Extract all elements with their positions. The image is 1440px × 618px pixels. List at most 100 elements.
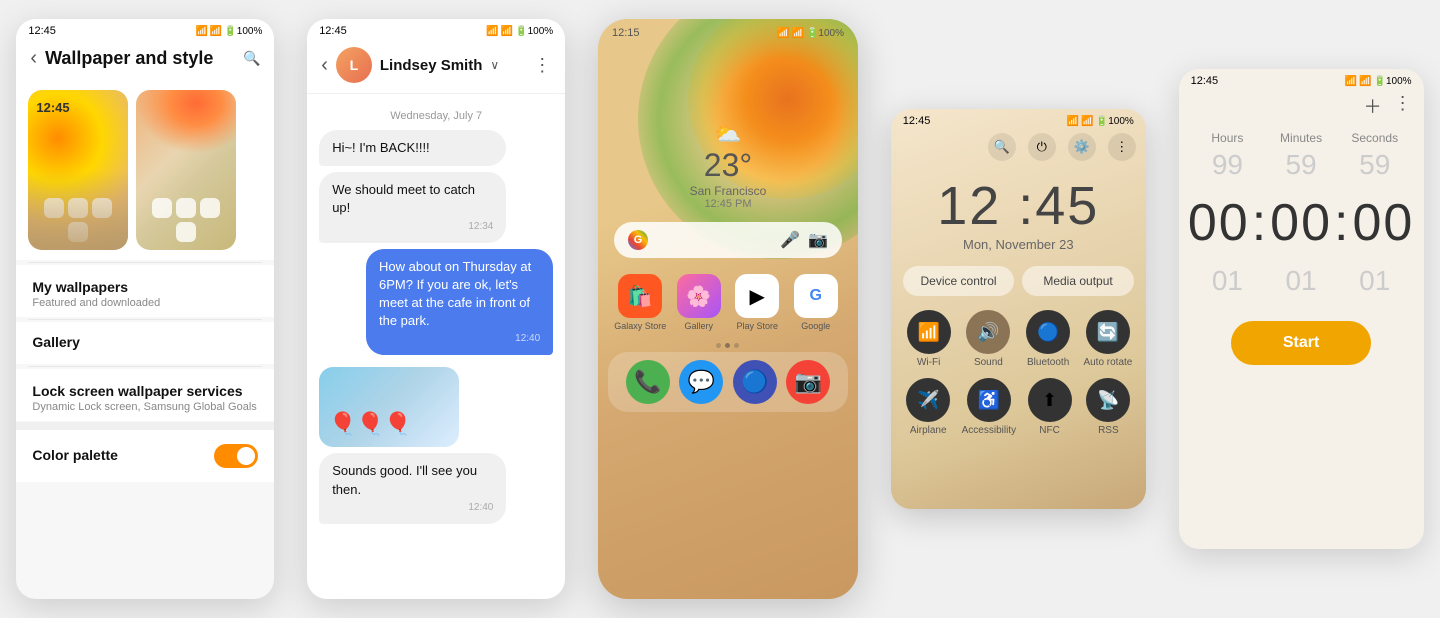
menu-item-my-wallpapers[interactable]: My wallpapers Featured and downloaded: [16, 265, 274, 317]
rss-btn[interactable]: 📡: [1086, 378, 1130, 422]
dock-phone[interactable]: 📞: [624, 360, 672, 404]
timer-colon-1: :: [1252, 193, 1268, 253]
app-icon-small: [68, 198, 88, 218]
dot-1: [716, 343, 721, 348]
more-options-icon[interactable]: [533, 55, 551, 76]
search-icon-qs[interactable]: 🔍: [988, 133, 1016, 161]
bottom-dock: 📞 💬 🔵 📷: [608, 352, 848, 412]
menu-item-lock[interactable]: Lock screen wallpaper services Dynamic L…: [16, 369, 274, 421]
contact-name: Lindsey Smith: [380, 57, 483, 74]
menu-title: My wallpapers: [32, 279, 258, 295]
menu-title-gallery: Gallery: [32, 334, 258, 350]
wifi-icon-2: 📶: [486, 26, 498, 37]
accessibility-btn[interactable]: ♿: [967, 378, 1011, 422]
quick-icon-accessibility[interactable]: ♿ Accessibility: [962, 378, 1016, 436]
add-timer-icon[interactable]: ＋: [1364, 93, 1382, 119]
dock-samsung[interactable]: 🔵: [731, 360, 779, 404]
power-icon-qs[interactable]: ⏻: [1028, 133, 1056, 161]
back-button-2[interactable]: [321, 54, 328, 77]
media-output-btn[interactable]: Media output: [1022, 266, 1134, 296]
signal-icon: 📶: [210, 26, 222, 37]
app-item-google[interactable]: G Google: [789, 274, 842, 331]
mic-icon[interactable]: 🎤: [780, 230, 800, 250]
status-bar-1: 12:45 📶 📶 🔋100%: [16, 19, 274, 39]
wifi-btn[interactable]: 📶: [907, 310, 951, 354]
signal-icon-5: 📶: [1359, 76, 1371, 87]
app-item-playstore[interactable]: ▶ Play Store: [731, 274, 784, 331]
wallpaper-thumb-2[interactable]: [136, 90, 236, 250]
battery-icon-5: 🔋100%: [1374, 76, 1412, 87]
more-icon-qs[interactable]: ⋮: [1108, 133, 1136, 161]
quick-icon-nfc[interactable]: ⬆ NFC: [1024, 378, 1075, 436]
lens-icon[interactable]: 📷: [808, 230, 828, 250]
gallery-icon: 🌸: [677, 274, 721, 318]
app-label-google: Google: [801, 321, 830, 331]
search-button[interactable]: [243, 50, 260, 68]
search-bar[interactable]: G 🎤 📷: [614, 222, 842, 258]
messages-header: L Lindsey Smith: [307, 39, 565, 94]
quick-icon-airplane[interactable]: ✈️ Airplane: [903, 378, 954, 436]
dock-camera[interactable]: 📷: [784, 360, 832, 404]
airplane-btn[interactable]: ✈️: [906, 378, 950, 422]
bot-hours: 01: [1191, 265, 1265, 297]
status-time-1: 12:45: [28, 25, 56, 37]
app-item-gallery[interactable]: 🌸 Gallery: [672, 274, 725, 331]
menu-item-color[interactable]: Color palette: [16, 430, 274, 482]
color-toggle[interactable]: [214, 444, 258, 468]
start-label: Start: [1283, 334, 1319, 352]
dot-2: [725, 343, 730, 348]
menu-subtitle-lock: Dynamic Lock screen, Samsung Global Goal…: [32, 401, 258, 413]
quick-icons-row2: ✈️ Airplane ♿ Accessibility ⬆ NFC 📡 RSS: [891, 374, 1146, 444]
menu-item-gallery[interactable]: Gallery: [16, 322, 274, 364]
weather-widget: ⛅ 23° San Francisco 12:45 PM: [598, 121, 858, 210]
quick-icon-sound[interactable]: 🔊 Sound: [963, 310, 1015, 368]
timer-labels: Hours Minutes Seconds: [1179, 123, 1424, 145]
settings-icon-qs[interactable]: ⚙️: [1068, 133, 1096, 161]
bluetooth-btn[interactable]: 🔵: [1026, 310, 1070, 354]
nfc-btn[interactable]: ⬆: [1028, 378, 1072, 422]
wifi-icon-4: 📶: [1067, 116, 1079, 127]
quick-icon-rotate[interactable]: 🔄 Auto rotate: [1082, 310, 1134, 368]
page-title: Wallpaper and style: [45, 48, 213, 69]
app-icon-small: [200, 198, 220, 218]
device-control-btn[interactable]: Device control: [903, 266, 1015, 296]
battery-icon-4: 🔋100%: [1096, 116, 1134, 127]
start-button[interactable]: Start: [1231, 321, 1371, 365]
city-name: San Francisco: [598, 184, 858, 198]
home-status-bar: 12:15 📶 📶 🔋100%: [598, 19, 858, 41]
contact-info[interactable]: L Lindsey Smith: [321, 47, 499, 83]
wifi-label: Wi-Fi: [917, 357, 940, 368]
message-bubble-2: We should meet to catch up! 12:34: [319, 172, 506, 242]
lock-clock: 12 :45: [891, 175, 1146, 237]
sound-btn[interactable]: 🔊: [966, 310, 1010, 354]
dock-messages[interactable]: 💬: [677, 360, 725, 404]
search-actions: 🎤 📷: [780, 230, 828, 250]
messages-icon: 💬: [679, 360, 723, 404]
status-bar-2: 12:45 📶 📶 🔋100%: [307, 19, 565, 39]
message-bubble-3: How about on Thursday at 6PM? If you are…: [366, 249, 553, 356]
status-time-4: 12:45: [903, 115, 931, 127]
rotate-btn[interactable]: 🔄: [1086, 310, 1130, 354]
timer-colon-2: :: [1334, 193, 1350, 253]
wallpaper-thumb-1[interactable]: 12:45: [28, 90, 128, 250]
quick-icon-rss[interactable]: 📡 RSS: [1083, 378, 1134, 436]
status-time-2: 12:45: [319, 25, 347, 37]
sound-label: Sound: [974, 357, 1003, 368]
timer-minutes: 00: [1270, 193, 1332, 253]
quick-icon-bluetooth[interactable]: 🔵 Bluetooth: [1022, 310, 1074, 368]
divider: [28, 262, 262, 263]
home-wifi-icon: 📶: [777, 28, 789, 39]
status-bar-5: 12:45 📶 📶 🔋100%: [1179, 69, 1424, 89]
lock-time-display: 12 :45 Mon, November 23: [891, 165, 1146, 256]
top-hours: 99: [1191, 149, 1265, 181]
media-control-buttons: Device control Media output: [903, 266, 1134, 296]
message-bubble-1: Hi~! I'm BACK!!!!: [319, 130, 506, 166]
menu-subtitle: Featured and downloaded: [32, 297, 258, 309]
back-button[interactable]: [30, 47, 37, 70]
chevron-down-icon[interactable]: [490, 56, 499, 74]
app-item-galaxy-store[interactable]: 🛍️ Galaxy Store: [614, 274, 667, 331]
nfc-label: NFC: [1039, 425, 1060, 436]
timer-panel: 12:45 📶 📶 🔋100% ＋ ⋮ Hours Minutes Second…: [1179, 69, 1424, 549]
more-timer-icon[interactable]: ⋮: [1394, 93, 1412, 119]
quick-icon-wifi[interactable]: 📶 Wi-Fi: [903, 310, 955, 368]
